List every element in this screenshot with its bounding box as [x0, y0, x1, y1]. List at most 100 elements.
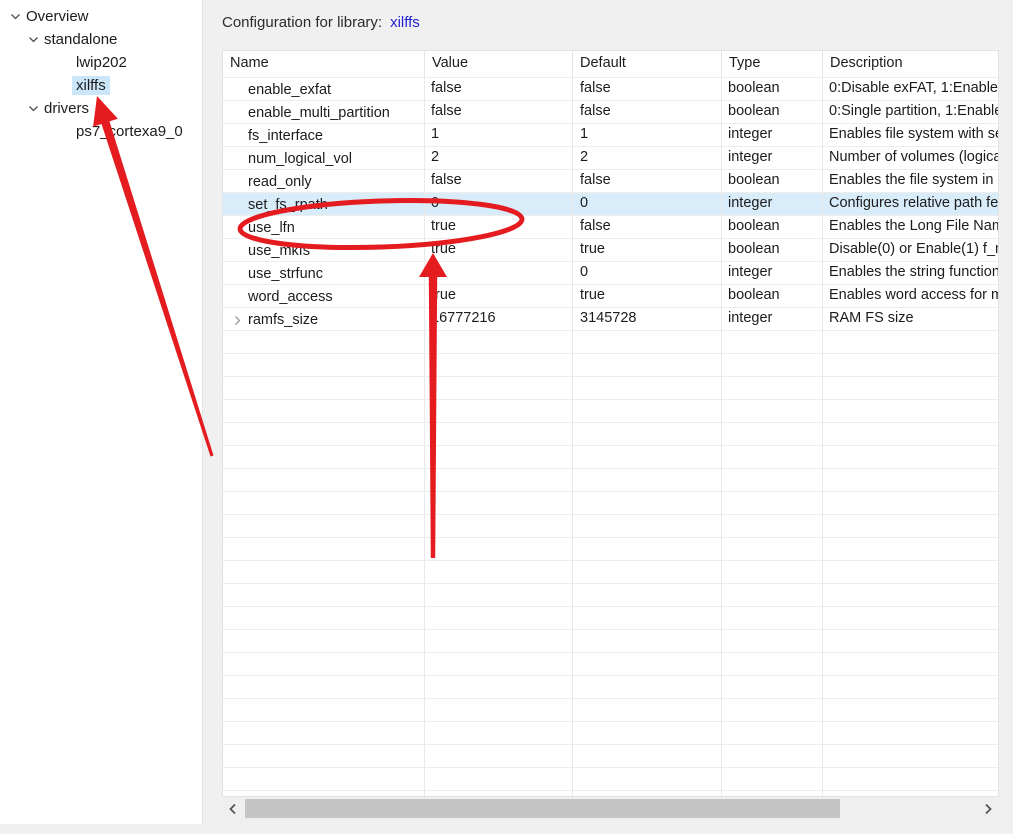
- column-header[interactable]: Description: [823, 51, 999, 77]
- expand-chevron-icon[interactable]: [229, 315, 245, 326]
- table-row-empty[interactable]: [223, 790, 998, 796]
- param-name: fs_interface: [248, 128, 323, 144]
- param-default: false: [573, 216, 722, 238]
- param-name: ramfs_size: [248, 312, 318, 328]
- page-title: Configuration for library: xilffs: [222, 14, 420, 31]
- chevron-down-icon[interactable]: [26, 102, 40, 116]
- table-row-empty[interactable]: [223, 606, 998, 629]
- table-row[interactable]: set_fs_rpath 0 0 integer Configures rela…: [223, 192, 998, 215]
- param-value[interactable]: 16777216: [425, 308, 573, 330]
- param-name: use_strfunc: [248, 266, 323, 282]
- param-value[interactable]: 0: [425, 262, 573, 284]
- library-name-link[interactable]: xilffs: [390, 14, 420, 31]
- table-row-empty[interactable]: [223, 330, 998, 353]
- param-type: integer: [722, 124, 823, 146]
- param-value[interactable]: 1: [425, 124, 573, 146]
- table-row-empty[interactable]: [223, 376, 998, 399]
- param-value[interactable]: 0: [425, 193, 573, 215]
- param-default: false: [573, 170, 722, 192]
- table-row-empty[interactable]: [223, 491, 998, 514]
- table-row[interactable]: enable_exfat false false boolean 0:Disab…: [223, 77, 998, 100]
- chevron-down-icon[interactable]: [8, 10, 22, 24]
- table-row-empty[interactable]: [223, 445, 998, 468]
- scroll-right-icon[interactable]: [980, 800, 996, 818]
- table-row[interactable]: use_strfunc 0 0 integer Enables the stri…: [223, 261, 998, 284]
- param-name: read_only: [248, 174, 312, 190]
- table-row[interactable]: use_lfn true false boolean Enables the L…: [223, 215, 998, 238]
- tree-item[interactable]: Overview: [0, 5, 202, 28]
- param-type: integer: [722, 193, 823, 215]
- param-description: Enables the file system in Read-Only mod…: [823, 170, 998, 192]
- table-row[interactable]: use_mkfs true true boolean Disable(0) or…: [223, 238, 998, 261]
- tree-item[interactable]: ps7_cortexa9_0: [0, 120, 202, 143]
- param-value[interactable]: 2: [425, 147, 573, 169]
- column-header[interactable]: Type: [722, 51, 823, 77]
- param-description: Enables the string functions: [823, 262, 998, 284]
- param-name: enable_multi_partition: [248, 105, 390, 121]
- param-default: 2: [573, 147, 722, 169]
- tree-item-label: standalone: [40, 30, 121, 49]
- tree-item[interactable]: xilffs: [0, 74, 202, 97]
- chevron-down-icon[interactable]: [26, 33, 40, 47]
- tree-item-label: ps7_cortexa9_0: [72, 122, 187, 141]
- table-row-empty[interactable]: [223, 399, 998, 422]
- table-row-empty[interactable]: [223, 629, 998, 652]
- param-name: enable_exfat: [248, 82, 331, 98]
- table-row-empty[interactable]: [223, 537, 998, 560]
- param-description: Enables the Long File Name (LFN) support: [823, 216, 998, 238]
- column-header[interactable]: Name: [223, 51, 425, 77]
- tree-item-label: xilffs: [72, 76, 110, 95]
- param-description: Configures relative path feature: [823, 193, 998, 215]
- param-type: boolean: [722, 101, 823, 123]
- param-value[interactable]: true: [425, 239, 573, 261]
- table-body: enable_exfat false false boolean 0:Disab…: [223, 77, 998, 796]
- column-header[interactable]: Default: [573, 51, 722, 77]
- tree-item[interactable]: lwip202: [0, 51, 202, 74]
- param-value[interactable]: false: [425, 101, 573, 123]
- title-prefix: Configuration for library:: [222, 14, 382, 31]
- table-row-empty[interactable]: [223, 767, 998, 790]
- table-row[interactable]: word_access true true boolean Enables wo…: [223, 284, 998, 307]
- table-row[interactable]: read_only false false boolean Enables th…: [223, 169, 998, 192]
- param-type: boolean: [722, 239, 823, 261]
- param-description: Enables word access for misaligned memor…: [823, 285, 998, 307]
- param-value[interactable]: false: [425, 170, 573, 192]
- table-row-empty[interactable]: [223, 353, 998, 376]
- param-name: set_fs_rpath: [248, 197, 328, 213]
- table-row-empty[interactable]: [223, 698, 998, 721]
- param-value[interactable]: true: [425, 216, 573, 238]
- tree-item-label: lwip202: [72, 53, 131, 72]
- table-row-empty[interactable]: [223, 675, 998, 698]
- scroll-left-icon[interactable]: [225, 800, 241, 818]
- param-default: 0: [573, 193, 722, 215]
- table-row[interactable]: num_logical_vol 2 2 integer Number of vo…: [223, 146, 998, 169]
- table-row-empty[interactable]: [223, 744, 998, 767]
- table-row-empty[interactable]: [223, 514, 998, 537]
- table-row[interactable]: fs_interface 1 1 integer Enables file sy…: [223, 123, 998, 146]
- column-header[interactable]: Value: [425, 51, 573, 77]
- param-name: word_access: [248, 289, 333, 305]
- tree-item[interactable]: drivers: [0, 97, 202, 120]
- horizontal-scrollbar[interactable]: [222, 797, 999, 821]
- table-row-empty[interactable]: [223, 721, 998, 744]
- table-row[interactable]: enable_multi_partition false false boole…: [223, 100, 998, 123]
- param-description: 0:Disable exFAT, 1:Enable exFAT: [823, 78, 998, 100]
- table-row-empty[interactable]: [223, 652, 998, 675]
- param-type: integer: [722, 147, 823, 169]
- library-tree: Overview standalone lwip202 xilf: [0, 5, 202, 143]
- table-row[interactable]: ramfs_size 16777216 3145728 integer RAM …: [223, 307, 998, 330]
- param-type: boolean: [722, 170, 823, 192]
- param-name: use_lfn: [248, 220, 295, 236]
- table-row-empty[interactable]: [223, 422, 998, 445]
- tree-item[interactable]: standalone: [0, 28, 202, 51]
- table-row-empty[interactable]: [223, 583, 998, 606]
- param-value[interactable]: false: [425, 78, 573, 100]
- scrollbar-thumb[interactable]: [245, 799, 840, 818]
- param-default: 1: [573, 124, 722, 146]
- param-value[interactable]: true: [425, 285, 573, 307]
- table-row-empty[interactable]: [223, 468, 998, 491]
- param-type: boolean: [722, 285, 823, 307]
- param-default: true: [573, 285, 722, 307]
- table-row-empty[interactable]: [223, 560, 998, 583]
- param-type: integer: [722, 308, 823, 330]
